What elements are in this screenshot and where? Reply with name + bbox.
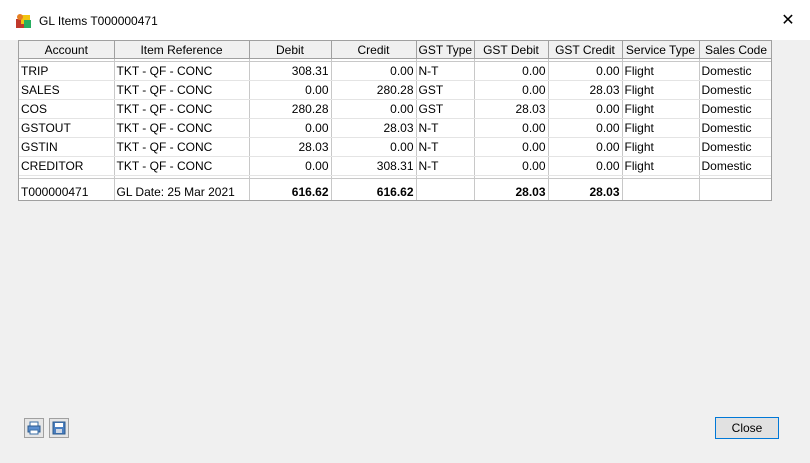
gl-items-table: Account Item Reference Debit Credit GST …	[19, 41, 771, 200]
cell-service-type: Flight	[622, 156, 700, 176]
table-row[interactable]: GSTIN TKT - QF - CONC 28.03 0.00 N-T 0.0…	[19, 137, 771, 157]
cell-item-reference: TKT - QF - CONC	[114, 99, 250, 119]
cell-account: TRIP	[19, 61, 115, 81]
cell-gst-type: N-T	[416, 156, 475, 176]
cell-item-reference: TKT - QF - CONC	[114, 118, 250, 138]
cell-account: COS	[19, 99, 115, 119]
cell-gst-type: N-T	[416, 61, 475, 81]
cell-service-type: Flight	[622, 99, 700, 119]
cell-account: CREDITOR	[19, 156, 115, 176]
column-header-gst-debit[interactable]: GST Debit	[474, 41, 549, 59]
total-reference: T000000471	[19, 178, 115, 200]
table-row[interactable]: COS TKT - QF - CONC 280.28 0.00 GST 28.0…	[19, 99, 771, 119]
column-header-credit[interactable]: Credit	[331, 41, 417, 59]
header-row: Account Item Reference Debit Credit GST …	[19, 41, 771, 59]
cell-gst-type: N-T	[416, 137, 475, 157]
total-row: T000000471 GL Date: 25 Mar 2021 616.62 6…	[19, 178, 771, 200]
cell-gst-credit: 28.03	[548, 80, 623, 100]
print-icon	[27, 421, 41, 435]
close-icon[interactable]: ✕	[777, 11, 799, 31]
column-header-gst-credit[interactable]: GST Credit	[548, 41, 623, 59]
cell-debit: 308.31	[249, 61, 332, 81]
column-header-gst-type[interactable]: GST Type	[416, 41, 475, 59]
cell-debit: 28.03	[249, 137, 332, 157]
cell-service-type: Flight	[622, 61, 700, 81]
cell-gst-debit: 28.03	[474, 99, 549, 119]
cell-account: GSTOUT	[19, 118, 115, 138]
cell-sales-code: Domestic	[699, 137, 771, 157]
total-service-type	[622, 178, 700, 200]
cell-account: GSTIN	[19, 137, 115, 157]
cell-gst-debit: 0.00	[474, 80, 549, 100]
cell-gst-credit: 0.00	[548, 61, 623, 81]
column-header-sales-code[interactable]: Sales Code	[699, 41, 771, 59]
cell-gst-type: N-T	[416, 118, 475, 138]
cell-credit: 0.00	[331, 137, 417, 157]
cell-debit: 0.00	[249, 118, 332, 138]
close-button[interactable]: Close	[715, 417, 779, 439]
cell-sales-code: Domestic	[699, 99, 771, 119]
column-header-item-reference[interactable]: Item Reference	[114, 41, 250, 59]
cell-gst-debit: 0.00	[474, 156, 549, 176]
column-header-service-type[interactable]: Service Type	[622, 41, 700, 59]
cell-account: SALES	[19, 80, 115, 100]
title-bar: GL Items T000000471 ✕	[0, 0, 810, 40]
cell-service-type: Flight	[622, 80, 700, 100]
cell-item-reference: TKT - QF - CONC	[114, 80, 250, 100]
table-row[interactable]: CREDITOR TKT - QF - CONC 0.00 308.31 N-T…	[19, 156, 771, 176]
save-button[interactable]	[49, 418, 69, 438]
cell-item-reference: TKT - QF - CONC	[114, 156, 250, 176]
total-gl-date: GL Date: 25 Mar 2021	[114, 178, 250, 200]
cell-gst-credit: 0.00	[548, 99, 623, 119]
cell-service-type: Flight	[622, 137, 700, 157]
cell-gst-credit: 0.00	[548, 118, 623, 138]
print-button[interactable]	[24, 418, 44, 438]
cell-debit: 0.00	[249, 80, 332, 100]
column-header-account[interactable]: Account	[19, 41, 115, 59]
cell-gst-type: GST	[416, 80, 475, 100]
cell-credit: 0.00	[331, 61, 417, 81]
total-credit: 616.62	[331, 178, 417, 200]
total-debit: 616.62	[249, 178, 332, 200]
cell-item-reference: TKT - QF - CONC	[114, 61, 250, 81]
cell-gst-debit: 0.00	[474, 118, 549, 138]
table-row[interactable]: GSTOUT TKT - QF - CONC 0.00 28.03 N-T 0.…	[19, 118, 771, 138]
save-icon	[52, 421, 66, 435]
cell-gst-credit: 0.00	[548, 137, 623, 157]
window-title: GL Items T000000471	[39, 14, 158, 28]
total-gst-debit: 28.03	[474, 178, 549, 200]
cell-gst-type: GST	[416, 99, 475, 119]
cell-gst-credit: 0.00	[548, 156, 623, 176]
cell-credit: 0.00	[331, 99, 417, 119]
cell-credit: 308.31	[331, 156, 417, 176]
cell-sales-code: Domestic	[699, 61, 771, 81]
total-gst-type	[416, 178, 475, 200]
cell-debit: 0.00	[249, 156, 332, 176]
cell-debit: 280.28	[249, 99, 332, 119]
cell-sales-code: Domestic	[699, 118, 771, 138]
cell-sales-code: Domestic	[699, 156, 771, 176]
cell-service-type: Flight	[622, 118, 700, 138]
cell-item-reference: TKT - QF - CONC	[114, 137, 250, 157]
cell-sales-code: Domestic	[699, 80, 771, 100]
cell-gst-debit: 0.00	[474, 61, 549, 81]
column-header-debit[interactable]: Debit	[249, 41, 332, 59]
gl-items-window: GL Items T000000471 ✕ Account Item Refer…	[0, 0, 810, 463]
cell-credit: 28.03	[331, 118, 417, 138]
total-sales-code	[699, 178, 771, 200]
app-icon	[15, 12, 33, 30]
table-row[interactable]: SALES TKT - QF - CONC 0.00 280.28 GST 0.…	[19, 80, 771, 100]
total-gst-credit: 28.03	[548, 178, 623, 200]
cell-credit: 280.28	[331, 80, 417, 100]
gl-items-grid[interactable]: Account Item Reference Debit Credit GST …	[18, 40, 772, 201]
cell-gst-debit: 0.00	[474, 137, 549, 157]
table-row[interactable]: TRIP TKT - QF - CONC 308.31 0.00 N-T 0.0…	[19, 61, 771, 81]
